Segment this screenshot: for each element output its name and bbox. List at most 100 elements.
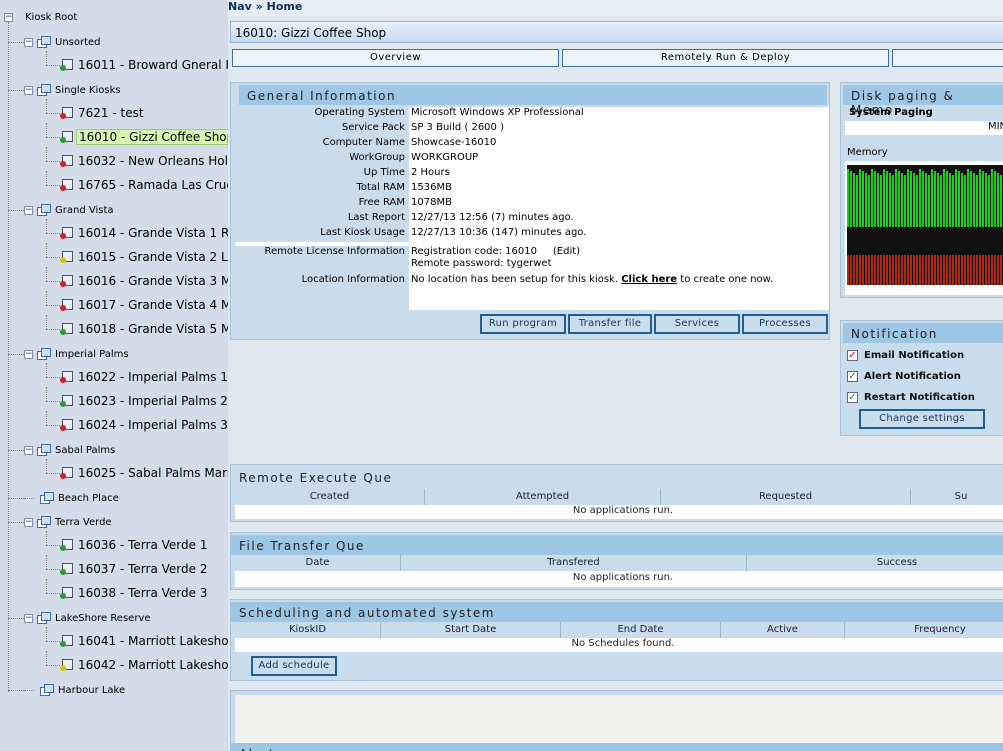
tree-kiosk-item[interactable]: 16037 - Terra Verde 2 (60, 559, 209, 579)
tree-group[interactable]: Beach Place (24, 488, 119, 508)
tree-kiosk-item[interactable]: 16014 - Grande Vista 1 Right (60, 223, 228, 243)
tree-kiosk-item[interactable]: 16015 - Grande Vista 2 Left F (60, 247, 228, 267)
change-settings-button[interactable]: Change settings (859, 409, 985, 429)
col-attempted[interactable]: Attempted (425, 489, 661, 505)
tree-kiosk-item[interactable]: 7621 - test (60, 103, 146, 123)
info-value: 12/27/13 12:56 (7) minutes ago. (409, 212, 829, 227)
transfer-file-button[interactable]: Transfer file (568, 314, 652, 334)
add-schedule-button[interactable]: Add schedule (251, 656, 337, 676)
memory-bar-used (979, 255, 981, 285)
tree-group[interactable]: Harbour Lake (24, 680, 125, 700)
file-transfer-empty: No applications run. (572, 572, 674, 583)
tree-kiosk-item[interactable]: 16036 - Terra Verde 1 (60, 535, 209, 555)
memory-bar-free (907, 169, 909, 227)
col-success[interactable]: Su (911, 489, 1003, 505)
memory-bar-free (910, 171, 912, 227)
memory-bar-free (880, 175, 882, 227)
collapse-icon[interactable]: − (24, 349, 33, 359)
create-location-link[interactable]: Click here (621, 274, 677, 285)
tree-group-label: Beach Place (58, 492, 119, 504)
tree-kiosk-item[interactable]: 16038 - Terra Verde 3 (60, 583, 209, 603)
col-transfer-success[interactable]: Success (747, 555, 1003, 571)
memory-bar-used (946, 255, 948, 285)
tree-kiosk-item[interactable]: 16765 - Ramada Las Cruces (60, 175, 228, 195)
kiosk-icon (60, 155, 73, 167)
col-transfered[interactable]: Transfered (401, 555, 747, 571)
breadcrumb-home[interactable]: Home (267, 0, 303, 13)
tree-kiosk-item[interactable]: 16010 - Gizzi Coffee Shop (60, 127, 228, 147)
info-key: Last Report (235, 212, 409, 227)
tree-root[interactable]: − Kiosk Root (4, 7, 77, 27)
scheduling-heading: Scheduling and automated system (231, 602, 1003, 622)
collapse-icon[interactable]: − (24, 445, 33, 455)
collapse-icon[interactable]: − (24, 517, 33, 527)
col-date[interactable]: Date (235, 555, 401, 571)
tree-group[interactable]: − Unsorted (24, 32, 101, 52)
collapse-icon[interactable]: − (24, 613, 33, 623)
restart-notification-row: ✓ Restart Notification (847, 389, 975, 405)
general-actions: Run program Transfer file Services Proce… (235, 310, 829, 338)
collapse-icon[interactable]: − (24, 85, 33, 95)
restart-notification-checkbox[interactable]: ✓ (847, 391, 858, 403)
memory-bar-used (991, 255, 993, 285)
tree-kiosk-item[interactable]: 16016 - Grande Vista 3 Marr (60, 271, 228, 291)
memory-bar-free (964, 175, 966, 227)
tree-kiosk-item[interactable]: 16041 - Marriott Lakeshore 2 (60, 631, 228, 651)
email-notification-checkbox[interactable]: ✓ (847, 349, 858, 361)
run-program-button[interactable]: Run program (480, 314, 566, 334)
tree-kiosk-item[interactable]: 16025 - Sabal Palms Marriot (60, 463, 228, 483)
tree-group[interactable]: − Imperial Palms (24, 344, 129, 364)
file-transfer-heading: File Transfer Que (231, 535, 1003, 555)
tree-kiosk-item[interactable]: 16017 - Grande Vista 4 Marr (60, 295, 228, 315)
kiosk-icon (60, 299, 73, 311)
col-end-date[interactable]: End Date (561, 622, 721, 638)
processes-button[interactable]: Processes (742, 314, 828, 334)
edit-license-link[interactable]: (Edit) (553, 246, 580, 257)
kiosk-icon (60, 587, 73, 599)
tree-group[interactable]: − Sabal Palms (24, 440, 115, 460)
col-frequency[interactable]: Frequency (845, 622, 1003, 638)
memory-bar-used (964, 255, 966, 285)
collapse-icon[interactable]: − (24, 205, 33, 215)
memory-bar-used (892, 255, 894, 285)
memory-bar-used (874, 255, 876, 285)
tree-group[interactable]: − Single Kiosks (24, 80, 121, 100)
tree-kiosk-item[interactable]: 16042 - Marriott Lakeshore 3 (60, 655, 228, 675)
alert-notification-checkbox[interactable]: ✓ (847, 370, 858, 382)
info-key: Computer Name (235, 137, 409, 152)
kiosk-icon (60, 371, 73, 383)
group-icon (37, 84, 51, 96)
remote-password: Remote password: tygerwet (411, 258, 552, 269)
tree-group[interactable]: − Terra Verde (24, 512, 112, 532)
tree-group[interactable]: − Grand Vista (24, 200, 114, 220)
tab-remotely-run-deploy[interactable]: Remotely Run & Deploy (562, 49, 889, 67)
tree-kiosk-item[interactable]: 16023 - Imperial Palms 2 Ma (60, 391, 228, 411)
tab-more[interactable] (892, 49, 1003, 67)
collapse-icon[interactable]: − (4, 12, 13, 22)
tree-kiosk-item[interactable]: 16022 - Imperial Palms 1Ma (60, 367, 228, 387)
col-kiosk-id[interactable]: KioskID (235, 622, 381, 638)
tree-kiosk-item[interactable]: 16011 - Broward Gneral Hos (60, 55, 228, 75)
disk-paging-panel: Disk paging & Memo System Paging MIN Mem… (840, 82, 1003, 298)
tree-group[interactable]: − LakeShore Reserve (24, 608, 151, 628)
col-created[interactable]: Created (235, 489, 425, 505)
memory-bar-free (889, 173, 891, 227)
memory-bar-used (850, 255, 852, 285)
col-active[interactable]: Active (721, 622, 845, 638)
location-suffix: to create one now. (680, 274, 774, 285)
tree-kiosk-item[interactable]: 16024 - Imperial Palms 3 Ma (60, 415, 228, 435)
collapse-icon[interactable]: − (24, 37, 33, 47)
memory-bar-used (949, 255, 951, 285)
memory-bar-used (943, 255, 945, 285)
tab-overview[interactable]: Overview (232, 49, 559, 67)
memory-bar-free (898, 171, 900, 227)
col-requested[interactable]: Requested (661, 489, 911, 505)
tree-kiosk-item[interactable]: 16032 - New Orleans Holida (60, 151, 228, 171)
tree-kiosk-item[interactable]: 16018 - Grande Vista 5 Marr (60, 319, 228, 339)
tree-kiosk-label: 7621 - test (78, 106, 144, 120)
col-start-date[interactable]: Start Date (381, 622, 561, 638)
memory-bar-used (898, 255, 900, 285)
services-button[interactable]: Services (654, 314, 740, 334)
info-value: SP 3 Build ( 2600 ) (409, 122, 829, 137)
memory-bar-used (883, 255, 885, 285)
